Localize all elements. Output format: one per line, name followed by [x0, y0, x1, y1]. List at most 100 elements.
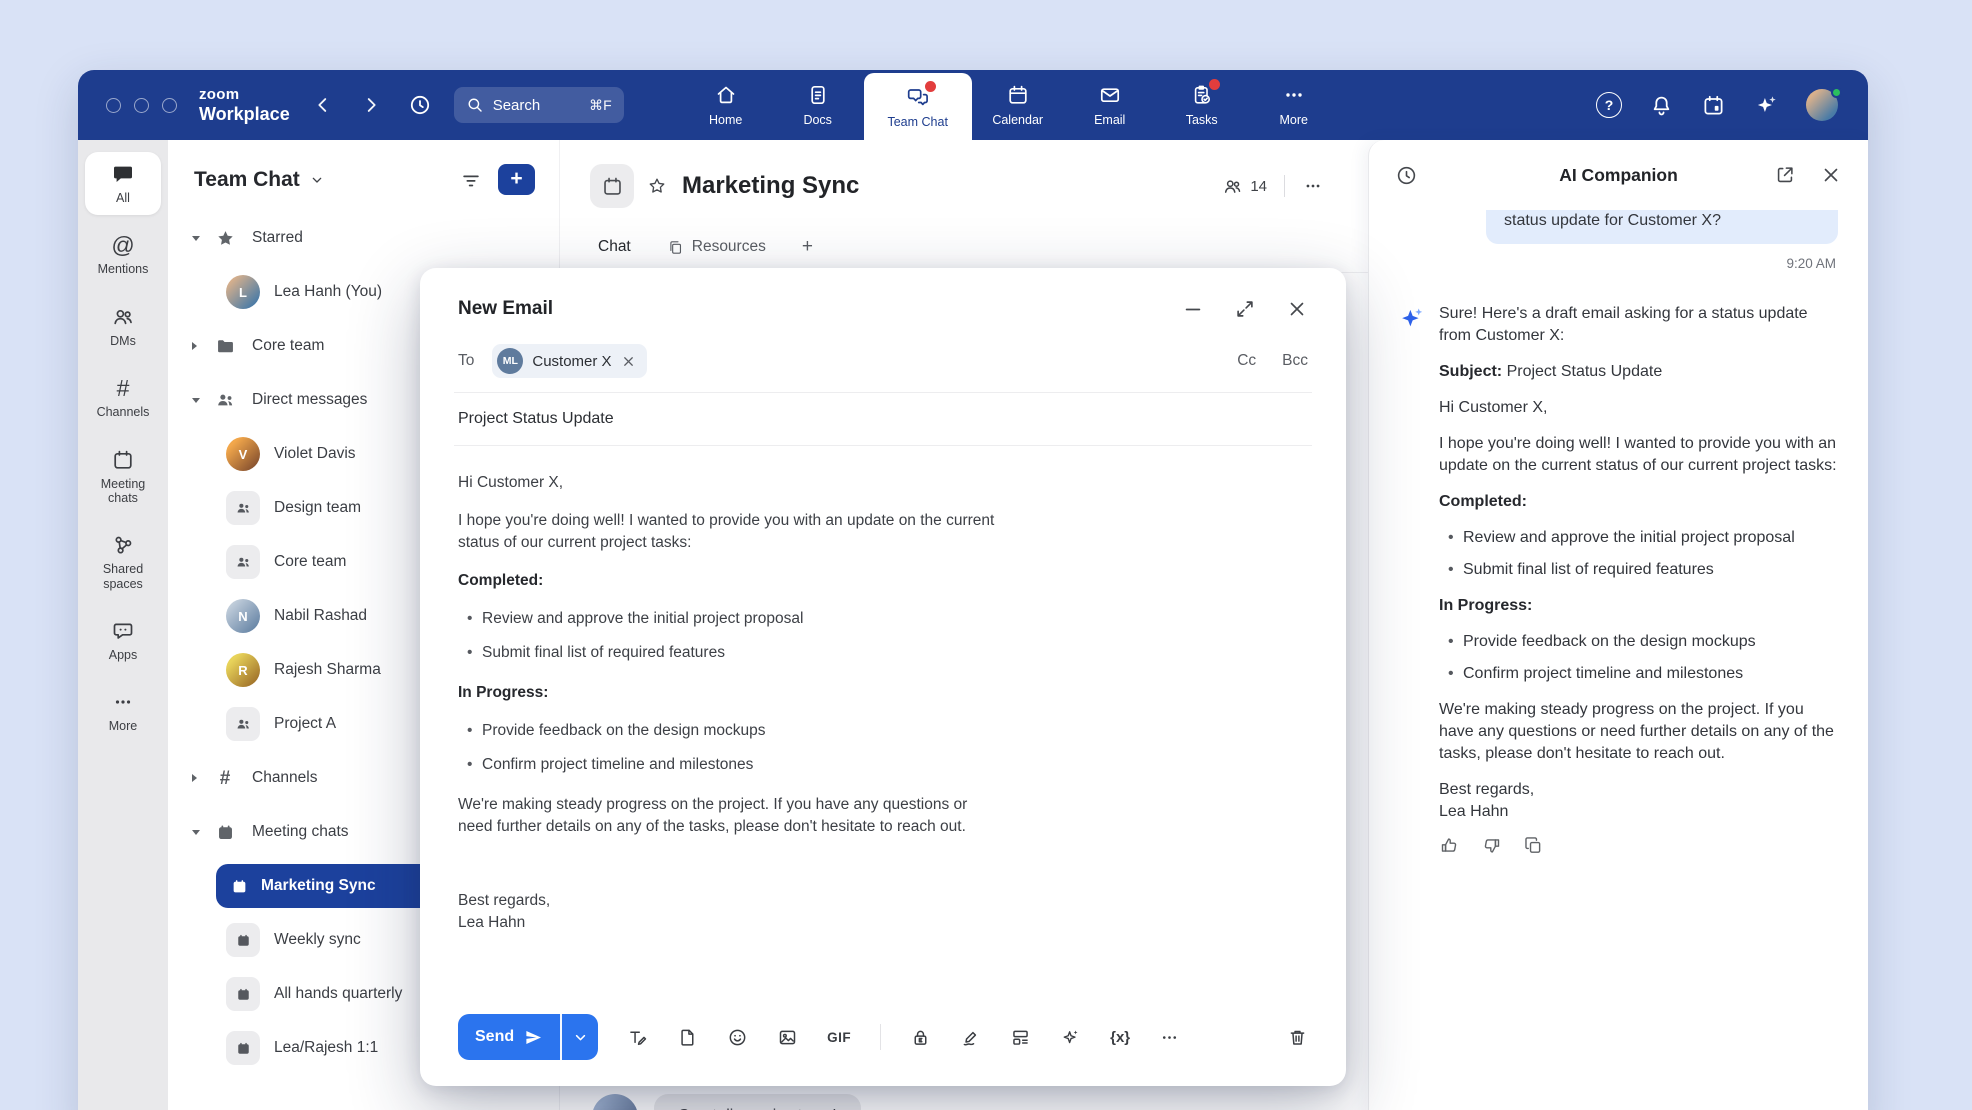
ai-sparkle-icon[interactable] [1060, 1027, 1081, 1048]
nav-docs[interactable]: Docs [772, 70, 864, 140]
rail-item-shared-spaces[interactable]: Shared spaces [85, 523, 161, 601]
sidebar-item-starred[interactable]: Starred [168, 211, 559, 265]
nav-tasks[interactable]: Tasks [1156, 70, 1248, 140]
nav-home-label: Home [709, 113, 742, 127]
avatar-rajesh-sharma: R [226, 653, 260, 687]
caret-down-icon[interactable] [192, 236, 212, 241]
avatar-message-author: R [592, 1094, 638, 1110]
nav-team-chat[interactable]: Team Chat [864, 73, 972, 140]
expand-icon[interactable] [1234, 298, 1256, 320]
nav-email[interactable]: Email [1064, 70, 1156, 140]
compose-header: New Email [454, 268, 1312, 328]
close-icon[interactable] [1286, 298, 1308, 320]
thumbs-up-icon[interactable] [1439, 835, 1460, 856]
new-chat-button[interactable]: + [498, 164, 535, 195]
ai-companion-sparkle-icon[interactable] [1753, 92, 1779, 118]
nav-calendar[interactable]: Calendar [972, 70, 1064, 140]
traffic-light-zoom[interactable] [162, 98, 177, 113]
send-options-button[interactable] [560, 1014, 598, 1060]
nav-home[interactable]: Home [680, 70, 772, 140]
send-button[interactable]: Send [458, 1014, 560, 1060]
thumbs-down-icon[interactable] [1481, 835, 1502, 856]
nav-team-chat-label: Team Chat [887, 115, 947, 129]
ai-header-actions [1774, 164, 1842, 186]
send-plane-icon [524, 1028, 543, 1047]
tab-resources[interactable]: Resources [667, 238, 766, 256]
star-outline-icon[interactable] [647, 176, 667, 196]
attach-file-icon[interactable] [677, 1027, 698, 1048]
variables-icon[interactable]: {x} [1110, 1029, 1130, 1046]
ai-subject-line: Subject: Project Status Update [1439, 361, 1838, 383]
template-icon[interactable] [1010, 1027, 1031, 1048]
rail-item-dms[interactable]: DMs [85, 295, 161, 358]
search-input[interactable]: Search ⌘F [454, 87, 624, 123]
rail-item-more[interactable]: More [85, 680, 161, 743]
remove-recipient-icon[interactable] [621, 354, 636, 369]
body-greeting: Hi Customer X, [458, 472, 1003, 494]
caret-down-icon[interactable] [192, 830, 212, 835]
bullet-item: Submit final list of required features [482, 642, 1308, 664]
rail-item-meeting-chats[interactable]: Meeting chats [85, 438, 161, 516]
caret-right-icon[interactable] [192, 774, 212, 782]
bullet-item: Review and approve the initial project p… [1463, 527, 1838, 549]
rail-item-mentions[interactable]: @ Mentions [85, 223, 161, 286]
insert-image-icon[interactable] [777, 1027, 798, 1048]
subject-field[interactable]: Project Status Update [454, 393, 1312, 446]
open-external-icon[interactable] [1774, 164, 1796, 186]
help-icon[interactable]: ? [1596, 92, 1622, 118]
channel-more-icon[interactable] [1302, 175, 1324, 197]
back-arrow-icon[interactable] [312, 94, 334, 116]
page-title: Marketing Sync [682, 172, 859, 200]
shared-spaces-icon [111, 533, 135, 557]
nav-more[interactable]: More [1248, 70, 1340, 140]
gif-icon[interactable]: GIF [827, 1030, 851, 1045]
rail-item-apps[interactable]: Apps [85, 609, 161, 672]
minimize-icon[interactable] [1182, 298, 1204, 320]
emoji-icon[interactable] [727, 1027, 748, 1048]
sidebar-rajesh-label: Rajesh Sharma [274, 661, 381, 679]
rail-item-channels[interactable]: # Channels [85, 366, 161, 429]
filter-icon[interactable] [460, 169, 482, 191]
search-placeholder: Search [493, 97, 541, 114]
signature-icon[interactable] [960, 1027, 981, 1048]
bcc-button[interactable]: Bcc [1282, 352, 1308, 370]
rail-mentions-label: Mentions [98, 262, 149, 276]
sidebar-title-dropdown[interactable]: Team Chat [194, 168, 325, 192]
rail-item-all[interactable]: All [85, 152, 161, 215]
tab-chat[interactable]: Chat [598, 238, 631, 256]
channel-header-controls: 14 [1222, 175, 1324, 197]
caret-down-icon[interactable] [192, 398, 212, 403]
traffic-light-close[interactable] [106, 98, 121, 113]
divider [1284, 175, 1285, 197]
new-email-modal: New Email To ML Customer X [420, 268, 1346, 1086]
copy-icon[interactable] [1523, 835, 1544, 856]
encrypt-icon[interactable] [910, 1027, 931, 1048]
cc-button[interactable]: Cc [1237, 352, 1256, 370]
members-button[interactable]: 14 [1222, 176, 1267, 197]
text-format-icon[interactable] [627, 1027, 648, 1048]
chat-bubble-icon [111, 162, 135, 186]
notifications-bell-icon[interactable] [1649, 93, 1674, 118]
sidebar-marketing-sync-label: Marketing Sync [261, 877, 376, 895]
ai-completed-list: Review and approve the initial project p… [1439, 527, 1838, 581]
recipient-chip[interactable]: ML Customer X [492, 344, 646, 378]
discard-draft-icon[interactable] [1287, 1027, 1308, 1048]
ai-history-icon[interactable] [1395, 164, 1418, 187]
sidebar-actions: + [460, 164, 535, 195]
user-avatar[interactable] [1806, 89, 1838, 121]
body-intro: I hope you're doing well! I wanted to pr… [458, 510, 1003, 554]
ai-response-text: Sure! Here's a draft email asking for a … [1439, 303, 1838, 823]
forward-arrow-icon[interactable] [360, 94, 382, 116]
history-icon[interactable] [408, 93, 432, 117]
ai-sparkle-icon [1399, 303, 1425, 823]
close-icon[interactable] [1820, 164, 1842, 186]
traffic-light-minimize[interactable] [134, 98, 149, 113]
ai-feedback-actions [1439, 835, 1838, 856]
add-tab-button[interactable]: + [802, 236, 813, 258]
calendar-date-icon[interactable] [1701, 93, 1726, 118]
bullet-item: Provide feedback on the design mockups [1463, 631, 1838, 653]
message-timestamp: 9:20 AM [1399, 256, 1836, 271]
caret-right-icon[interactable] [192, 342, 212, 350]
toolbar-more-icon[interactable] [1159, 1027, 1180, 1048]
email-body[interactable]: Hi Customer X, I hope you're doing well!… [454, 446, 1312, 998]
